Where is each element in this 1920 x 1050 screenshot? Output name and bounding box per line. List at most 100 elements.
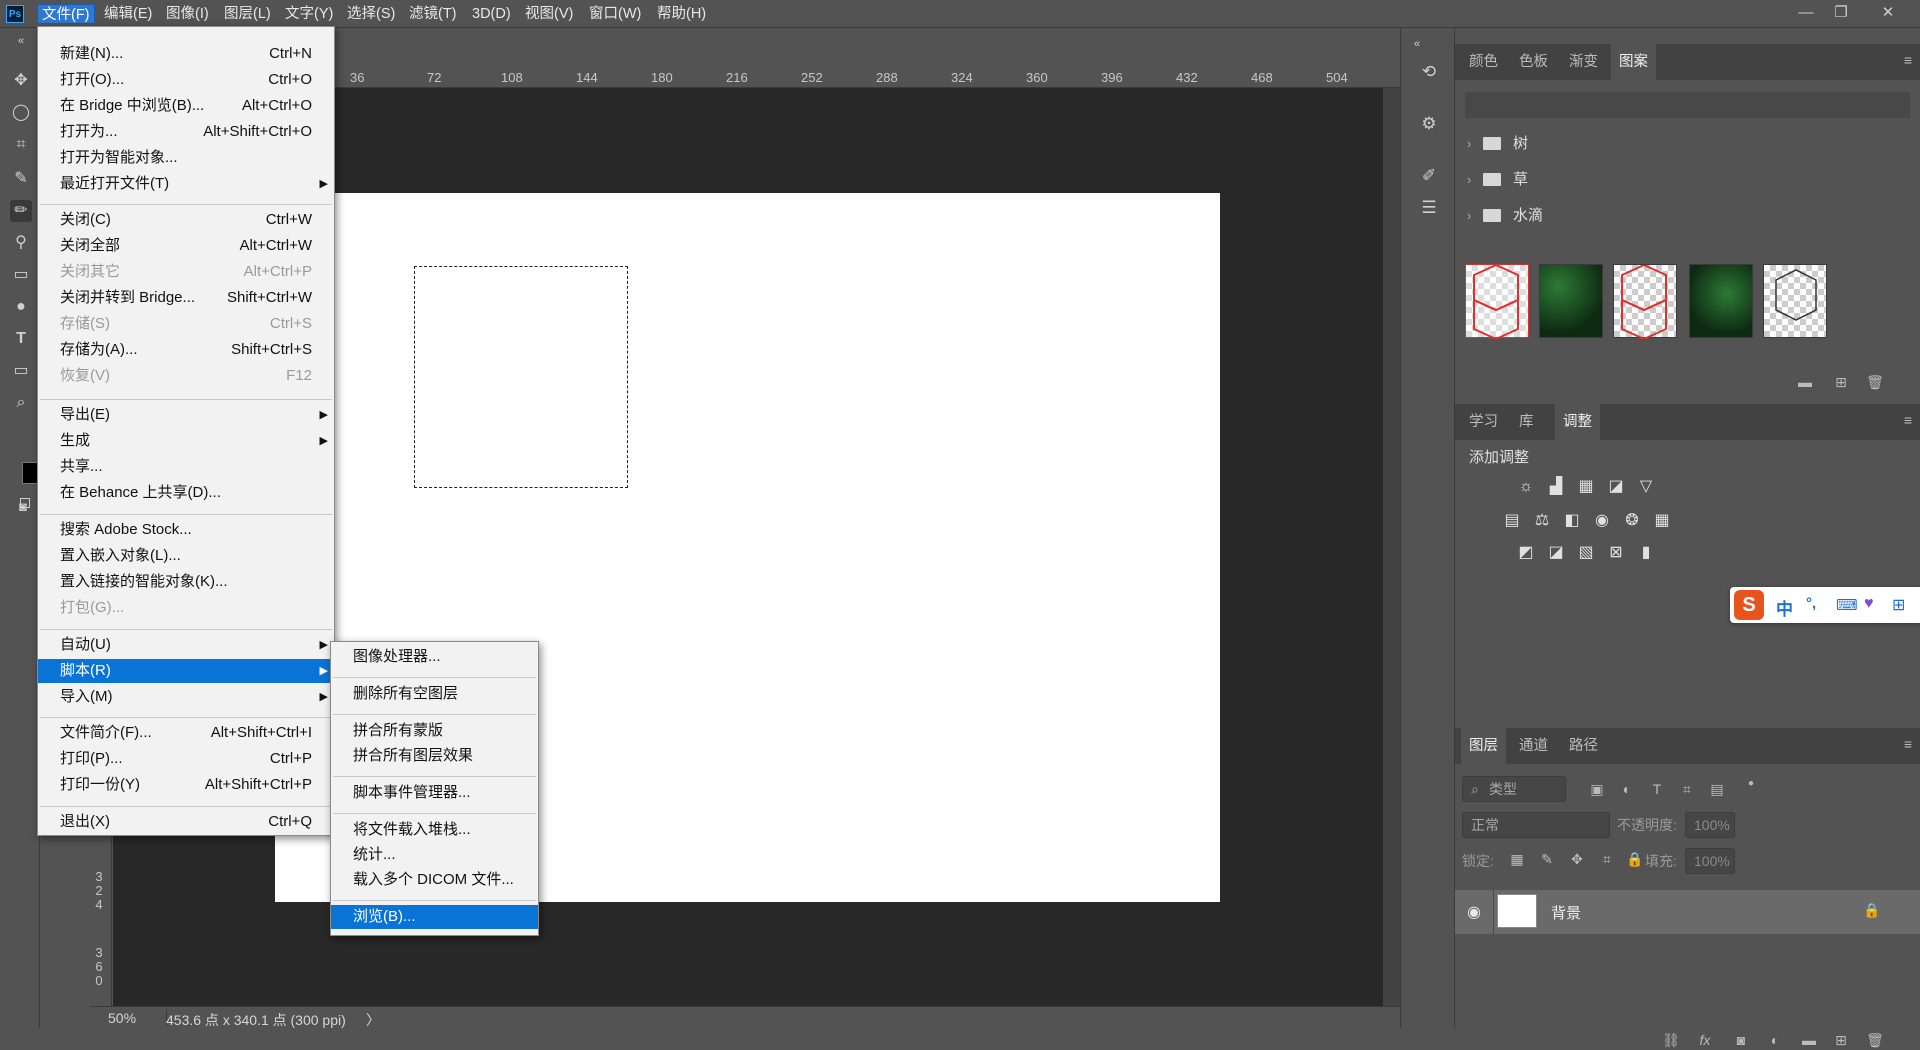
quick-mask-icon[interactable]: ◙ xyxy=(12,496,34,518)
menu-item-load-files-into-stack[interactable]: 将文件载入堆栈... xyxy=(331,818,538,842)
shape-filter-icon[interactable]: ⌗ xyxy=(1677,779,1697,799)
chevron-right-icon[interactable]: › xyxy=(1467,198,1471,234)
eyedropper-tool-icon[interactable]: ✎ xyxy=(10,168,32,190)
dodge-tool-icon[interactable]: ● xyxy=(10,296,32,318)
lock-transparency-icon[interactable]: ▦ xyxy=(1507,849,1527,869)
menu-item-script-events-manager[interactable]: 脚本事件管理器... xyxy=(331,781,538,805)
gradient-map-icon[interactable]: ▮ xyxy=(1635,542,1657,564)
tab-swatches[interactable]: 色板 xyxy=(1511,44,1556,80)
color-lookup-icon[interactable]: ▦ xyxy=(1651,510,1673,532)
tab-channels[interactable]: 通道 xyxy=(1511,728,1556,764)
trash-icon[interactable]: 🗑 xyxy=(1865,1030,1885,1050)
levels-icon[interactable]: ▟ xyxy=(1545,476,1567,498)
menu-image[interactable]: 图像(I) xyxy=(162,4,213,24)
menu-item-close[interactable]: 关闭(C) Ctrl+W xyxy=(38,208,334,232)
lock-position-icon[interactable]: ✥ xyxy=(1567,849,1587,869)
layer-filter-select[interactable]: ⌕ 类型 xyxy=(1462,776,1566,802)
new-layer-icon[interactable]: ⊞ xyxy=(1831,1030,1851,1050)
pattern-thumbnail[interactable] xyxy=(1763,264,1827,338)
brush-tool-icon[interactable]: ✏ xyxy=(10,200,32,222)
menu-select[interactable]: 选择(S) xyxy=(343,4,399,24)
ime-language-toggle[interactable]: 中 xyxy=(1776,595,1793,620)
marquee-selection[interactable] xyxy=(414,266,628,488)
menu-item-open-as[interactable]: 打开为... Alt+Shift+Ctrl+O xyxy=(38,120,334,144)
menu-item-share-on-behance[interactable]: 在 Behance 上共享(D)... xyxy=(38,481,334,505)
threshold-icon[interactable]: ▧ xyxy=(1575,542,1597,564)
channel-mixer-icon[interactable]: ❂ xyxy=(1621,510,1643,532)
zoom-level[interactable]: 50% xyxy=(108,1010,136,1026)
tab-gradients[interactable]: 渐变 xyxy=(1561,44,1606,80)
menu-item-scripts[interactable]: 脚本(R) ▶ xyxy=(38,659,334,683)
panel-menu-icon[interactable]: ≡ xyxy=(1904,412,1912,428)
blend-mode-select[interactable]: 正常 xyxy=(1462,812,1610,838)
properties-icon[interactable]: ⚙ xyxy=(1417,112,1441,136)
menu-view[interactable]: 视图(V) xyxy=(521,4,577,24)
tab-patterns[interactable]: 图案 xyxy=(1611,44,1656,80)
menu-item-recent-files[interactable]: 最近打开文件(T) ▶ xyxy=(38,172,334,196)
pattern-thumbnail[interactable] xyxy=(1465,263,1529,341)
tab-learn[interactable]: 学习 xyxy=(1461,404,1506,440)
filter-toggle-icon[interactable]: ● xyxy=(1741,774,1761,794)
crop-tool-icon[interactable]: ⌗ xyxy=(10,134,32,156)
menu-item-save-as[interactable]: 存储为(A)... Shift+Ctrl+S xyxy=(38,338,334,362)
hue-saturation-icon[interactable]: ▤ xyxy=(1501,510,1523,532)
tab-color[interactable]: 颜色 xyxy=(1461,44,1506,80)
menu-item-load-dicom-files[interactable]: 载入多个 DICOM 文件... xyxy=(331,868,538,892)
chevron-right-icon[interactable]: › xyxy=(1467,126,1471,162)
vertical-scrollbar[interactable] xyxy=(1383,88,1400,1006)
type-filter-icon[interactable]: T xyxy=(1647,779,1667,799)
fx-icon[interactable]: fx xyxy=(1695,1030,1715,1050)
menu-item-browse[interactable]: 浏览(B)... xyxy=(331,905,538,929)
layer-name[interactable]: 背景 xyxy=(1551,902,1581,923)
close-button[interactable]: ✕ xyxy=(1873,2,1903,24)
collapse-arrows-icon[interactable]: « xyxy=(1405,32,1429,56)
menu-item-place-embedded[interactable]: 置入嵌入对象(L)... xyxy=(38,544,334,568)
menu-type[interactable]: 文字(Y) xyxy=(281,4,337,24)
menu-item-delete-empty-layers[interactable]: 删除所有空图层 xyxy=(331,682,538,706)
menu-file[interactable]: 文件(F) xyxy=(37,4,95,24)
menu-item-open-as-smart-object[interactable]: 打开为智能对象... xyxy=(38,146,334,170)
menu-item-automate[interactable]: 自动(U) ▶ xyxy=(38,633,334,657)
menu-item-new[interactable]: 新建(N)... Ctrl+N xyxy=(38,42,334,66)
pattern-thumbnail[interactable] xyxy=(1539,264,1603,338)
menu-window[interactable]: 窗口(W) xyxy=(585,4,645,24)
pattern-search-field[interactable] xyxy=(1465,92,1910,118)
menu-item-search-adobe-stock[interactable]: 搜索 Adobe Stock... xyxy=(38,518,334,542)
adjustment-layer-icon[interactable]: ◐ xyxy=(1765,1030,1785,1050)
pixel-filter-icon[interactable]: ▣ xyxy=(1587,779,1607,799)
tab-layers[interactable]: 图层 xyxy=(1461,728,1506,764)
invert-icon[interactable]: ◩ xyxy=(1515,542,1537,564)
fill-field[interactable]: 100% xyxy=(1685,848,1735,874)
black-white-icon[interactable]: ◧ xyxy=(1561,510,1583,532)
vibrance-icon[interactable]: ▽ xyxy=(1635,476,1657,498)
menu-item-revert[interactable]: 恢复(V) F12 xyxy=(38,364,334,388)
menu-filter[interactable]: 滤镜(T) xyxy=(405,4,461,24)
ime-punctuation-toggle[interactable]: °, xyxy=(1806,595,1816,612)
menu-item-save[interactable]: 存储(S) Ctrl+S xyxy=(38,312,334,336)
pattern-folder-row[interactable]: › 草 xyxy=(1455,162,1920,198)
menu-item-print[interactable]: 打印(P)... Ctrl+P xyxy=(38,747,334,771)
panel-menu-icon[interactable]: ≡ xyxy=(1904,736,1912,752)
menu-item-place-linked[interactable]: 置入链接的智能对象(K)... xyxy=(38,570,334,594)
new-group-folder-icon[interactable]: ▬ xyxy=(1799,1030,1819,1050)
brush-settings-icon[interactable]: ✐ xyxy=(1417,164,1441,188)
exposure-icon[interactable]: ◪ xyxy=(1605,476,1627,498)
menu-layer[interactable]: 图层(L) xyxy=(220,4,275,24)
menu-item-import[interactable]: 导入(M) ▶ xyxy=(38,685,334,709)
sliders-icon[interactable]: ☰ xyxy=(1417,196,1441,220)
menu-item-image-processor[interactable]: 图像处理器... xyxy=(331,645,538,669)
menu-item-flatten-layer-effects[interactable]: 拼合所有图层效果 xyxy=(331,744,538,768)
pattern-thumbnail[interactable] xyxy=(1689,264,1753,338)
menu-item-file-info[interactable]: 文件简介(F)... Alt+Shift+Ctrl+I xyxy=(38,721,334,745)
menu-item-flatten-masks[interactable]: 拼合所有蒙版 xyxy=(331,719,538,743)
layer-row[interactable]: ◉ 背景 🔒 xyxy=(1455,890,1920,934)
ime-logo-icon[interactable]: S xyxy=(1734,590,1764,620)
menu-item-print-one-copy[interactable]: 打印一份(Y) Alt+Shift+Ctrl+P xyxy=(38,773,334,797)
rectangle-tool-icon[interactable]: ▭ xyxy=(10,360,32,382)
tab-libraries[interactable]: 库 xyxy=(1511,404,1542,440)
skin-icon[interactable]: ♥ xyxy=(1864,595,1874,613)
smart-object-filter-icon[interactable]: ▤ xyxy=(1707,779,1727,799)
gradient-tool-icon[interactable]: ▭ xyxy=(10,264,32,286)
new-pattern-icon[interactable]: ⊞ xyxy=(1831,372,1851,392)
add-mask-icon[interactable]: ◙ xyxy=(1731,1030,1751,1050)
